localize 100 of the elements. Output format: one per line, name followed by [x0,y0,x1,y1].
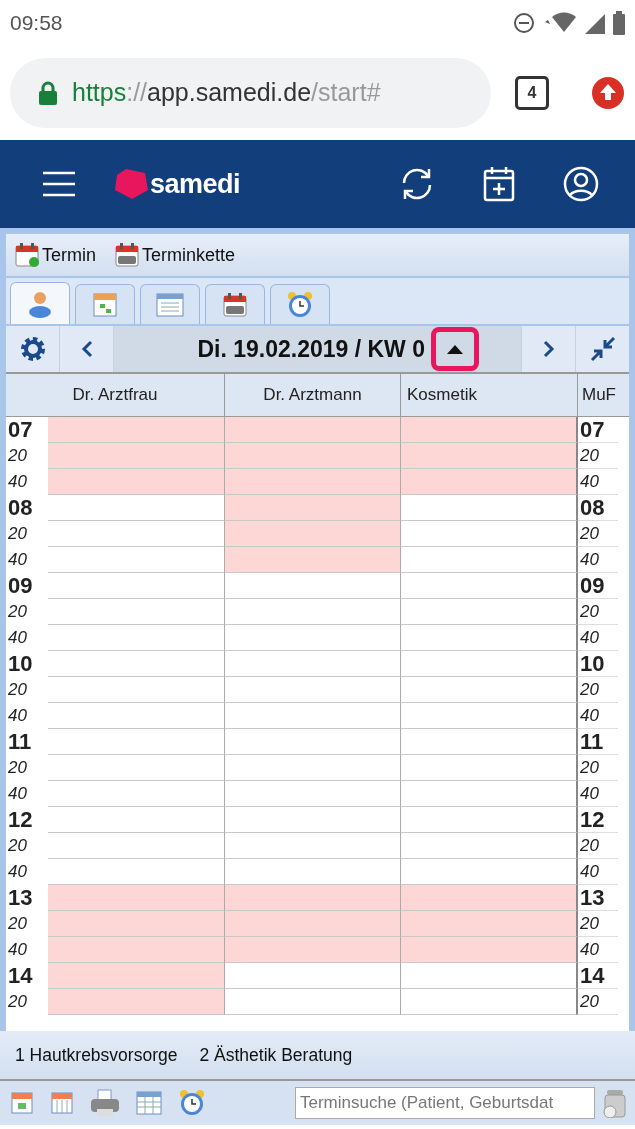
free-slot[interactable] [48,729,225,755]
free-slot[interactable] [48,833,225,859]
free-slot[interactable] [401,651,578,677]
booked-slot[interactable] [225,469,401,495]
free-slot[interactable] [225,729,401,755]
address-bar[interactable]: https://app.samedi.de/start# [10,57,491,128]
booked-slot[interactable] [225,885,401,911]
booked-slot[interactable] [225,911,401,937]
user-account-icon[interactable] [563,166,599,202]
toolbar-button[interactable]: Termin [14,242,96,268]
free-slot[interactable] [48,573,225,599]
view-tab[interactable] [75,284,135,324]
free-slot[interactable] [225,573,401,599]
toolbar-button[interactable] [50,1091,74,1115]
menu-icon[interactable] [42,171,76,197]
toolbar-button[interactable] [136,1091,162,1115]
booked-slot[interactable] [48,911,225,937]
column-header: MuF [581,384,617,406]
tab-count[interactable]: 4 [515,75,549,110]
booked-slot[interactable] [225,443,401,469]
free-slot[interactable] [48,677,225,703]
booked-slot[interactable] [225,495,401,521]
time-label: 40 [578,937,618,963]
free-slot[interactable] [401,989,578,1015]
free-slot[interactable] [225,651,401,677]
time-label: 07 [578,417,618,443]
free-slot[interactable] [401,495,578,521]
free-slot[interactable] [401,807,578,833]
toolbar-button[interactable]: Terminkette [114,242,236,268]
free-slot[interactable] [48,755,225,781]
collapse-button[interactable] [431,327,479,371]
free-slot[interactable] [401,729,578,755]
toolbar-button[interactable] [178,1089,206,1117]
booked-slot[interactable] [48,885,225,911]
view-tab[interactable] [140,284,200,324]
time-label: 40 [578,859,618,885]
booked-slot[interactable] [225,937,401,963]
free-slot[interactable] [401,573,578,599]
free-slot[interactable] [401,833,578,859]
time-label: 20 [7,913,28,935]
lock-icon [38,80,58,105]
chevron-left-icon [80,340,93,358]
view-tab[interactable] [205,284,265,324]
booked-slot[interactable] [48,417,225,443]
free-slot[interactable] [401,703,578,729]
upload-icon[interactable] [591,75,625,110]
free-slot[interactable] [401,963,578,989]
free-slot[interactable] [225,833,401,859]
booked-slot[interactable] [48,963,225,989]
time-label: 40 [578,469,618,495]
time-label: 20 [578,599,618,625]
time-label: 40 [7,471,28,493]
view-tab[interactable] [270,284,330,324]
free-slot[interactable] [401,599,578,625]
booked-slot[interactable] [48,937,225,963]
booked-slot[interactable] [401,443,578,469]
free-slot[interactable] [225,963,401,989]
free-slot[interactable] [225,781,401,807]
free-slot[interactable] [401,625,578,651]
free-slot[interactable] [48,599,225,625]
arrows-inward-icon [589,336,616,362]
view-tab[interactable] [10,282,70,324]
calendar-icon [10,1091,34,1115]
booked-slot[interactable] [225,521,401,547]
booked-slot[interactable] [401,937,578,963]
free-slot[interactable] [225,703,401,729]
time-label: 20 [578,833,618,859]
calendar-add-icon[interactable] [483,166,515,202]
trash-can-icon[interactable] [601,1088,629,1118]
toolbar-button[interactable] [90,1089,120,1117]
booked-slot[interactable] [401,911,578,937]
booked-slot[interactable] [401,885,578,911]
free-slot[interactable] [225,625,401,651]
free-slot[interactable] [225,599,401,625]
free-slot[interactable] [225,807,401,833]
booked-slot[interactable] [48,443,225,469]
booked-slot[interactable] [48,469,225,495]
free-slot[interactable] [48,703,225,729]
booked-slot[interactable] [225,417,401,443]
booked-slot[interactable] [48,989,225,1015]
free-slot[interactable] [48,625,225,651]
free-slot[interactable] [225,677,401,703]
free-slot[interactable] [48,807,225,833]
free-slot[interactable] [225,989,401,1015]
free-slot[interactable] [401,677,578,703]
free-slot[interactable] [225,755,401,781]
pentagon-logo-icon [114,168,148,200]
url-text: https://app.samedi.de/start# [72,78,381,107]
search-field[interactable]: Terminsuche (Patient, Geburtsdat [295,1087,595,1119]
free-slot[interactable] [401,755,578,781]
free-slot[interactable] [48,781,225,807]
free-slot[interactable] [401,781,578,807]
time-label: 40 [578,781,618,807]
toolbar-button[interactable] [10,1091,34,1115]
free-slot[interactable] [401,547,578,573]
booked-slot[interactable] [401,417,578,443]
booked-slot[interactable] [225,547,401,573]
booked-slot[interactable] [401,469,578,495]
free-slot[interactable] [401,521,578,547]
free-slot[interactable] [48,651,225,677]
